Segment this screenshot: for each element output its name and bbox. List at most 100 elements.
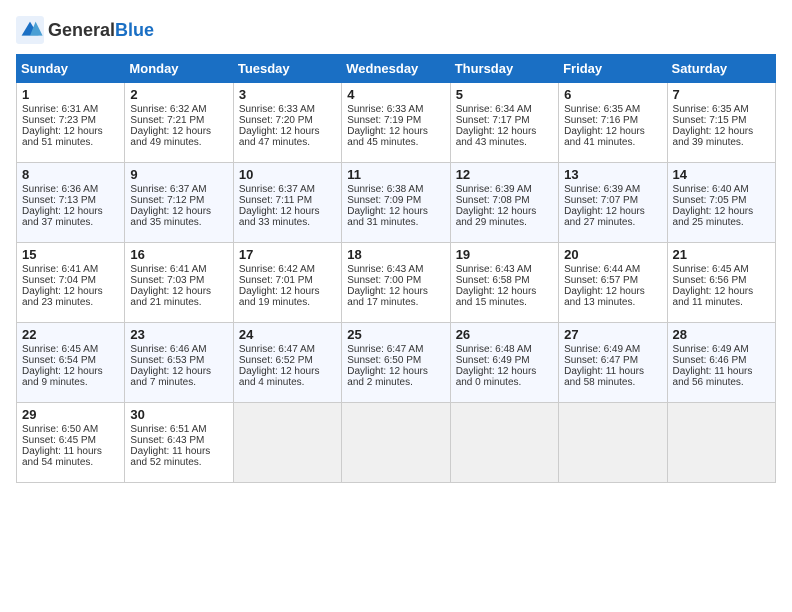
sunrise: Sunrise: 6:40 AM [673, 184, 749, 195]
table-cell: 13Sunrise: 6:39 AMSunset: 7:07 PMDayligh… [559, 163, 667, 243]
daylight-label: Daylight: 11 hours and 58 minutes. [564, 366, 644, 388]
sunrise: Sunrise: 6:49 AM [564, 344, 640, 355]
table-cell: 15Sunrise: 6:41 AMSunset: 7:04 PMDayligh… [17, 243, 125, 323]
daylight-label: Daylight: 12 hours and 27 minutes. [564, 206, 645, 228]
daylight-label: Daylight: 12 hours and 49 minutes. [130, 126, 211, 148]
sunset: Sunset: 7:16 PM [564, 115, 638, 126]
sunrise: Sunrise: 6:47 AM [239, 344, 315, 355]
table-cell: 19Sunrise: 6:43 AMSunset: 6:58 PMDayligh… [450, 243, 558, 323]
logo-icon [16, 16, 44, 44]
sunrise: Sunrise: 6:39 AM [564, 184, 640, 195]
table-cell: 26Sunrise: 6:48 AMSunset: 6:49 PMDayligh… [450, 323, 558, 403]
day-number: 17 [239, 247, 336, 262]
sunrise: Sunrise: 6:47 AM [347, 344, 423, 355]
sunrise: Sunrise: 6:41 AM [130, 264, 206, 275]
daylight-label: Daylight: 12 hours and 35 minutes. [130, 206, 211, 228]
daylight-label: Daylight: 12 hours and 2 minutes. [347, 366, 428, 388]
table-cell: 28Sunrise: 6:49 AMSunset: 6:46 PMDayligh… [667, 323, 775, 403]
col-friday: Friday [559, 55, 667, 83]
day-number: 25 [347, 327, 444, 342]
day-number: 16 [130, 247, 227, 262]
day-number: 28 [673, 327, 770, 342]
col-monday: Monday [125, 55, 233, 83]
daylight-label: Daylight: 12 hours and 39 minutes. [673, 126, 754, 148]
sunset: Sunset: 7:05 PM [673, 195, 747, 206]
col-thursday: Thursday [450, 55, 558, 83]
sunset: Sunset: 7:03 PM [130, 275, 204, 286]
sunset: Sunset: 6:53 PM [130, 355, 204, 366]
daylight-label: Daylight: 12 hours and 0 minutes. [456, 366, 537, 388]
sunset: Sunset: 6:45 PM [22, 435, 96, 446]
daylight-label: Daylight: 11 hours and 56 minutes. [673, 366, 753, 388]
daylight-label: Daylight: 11 hours and 52 minutes. [130, 446, 210, 468]
logo-general: General [48, 20, 115, 40]
sunrise: Sunrise: 6:34 AM [456, 104, 532, 115]
sunset: Sunset: 7:01 PM [239, 275, 313, 286]
table-cell [342, 403, 450, 483]
daylight-label: Daylight: 12 hours and 9 minutes. [22, 366, 103, 388]
daylight-label: Daylight: 12 hours and 4 minutes. [239, 366, 320, 388]
day-number: 11 [347, 167, 444, 182]
table-cell: 17Sunrise: 6:42 AMSunset: 7:01 PMDayligh… [233, 243, 341, 323]
table-cell: 14Sunrise: 6:40 AMSunset: 7:05 PMDayligh… [667, 163, 775, 243]
sunset: Sunset: 6:43 PM [130, 435, 204, 446]
table-cell [450, 403, 558, 483]
sunset: Sunset: 7:13 PM [22, 195, 96, 206]
page-header: GeneralBlue [16, 16, 776, 44]
daylight-label: Daylight: 12 hours and 23 minutes. [22, 286, 103, 308]
daylight-label: Daylight: 12 hours and 51 minutes. [22, 126, 103, 148]
table-cell: 29Sunrise: 6:50 AMSunset: 6:45 PMDayligh… [17, 403, 125, 483]
table-cell: 30Sunrise: 6:51 AMSunset: 6:43 PMDayligh… [125, 403, 233, 483]
sunset: Sunset: 7:20 PM [239, 115, 313, 126]
day-number: 19 [456, 247, 553, 262]
col-saturday: Saturday [667, 55, 775, 83]
table-cell: 2Sunrise: 6:32 AMSunset: 7:21 PMDaylight… [125, 83, 233, 163]
day-number: 6 [564, 87, 661, 102]
day-number: 13 [564, 167, 661, 182]
table-cell: 21Sunrise: 6:45 AMSunset: 6:56 PMDayligh… [667, 243, 775, 323]
col-sunday: Sunday [17, 55, 125, 83]
day-number: 4 [347, 87, 444, 102]
sunrise: Sunrise: 6:32 AM [130, 104, 206, 115]
sunrise: Sunrise: 6:45 AM [22, 344, 98, 355]
sunrise: Sunrise: 6:44 AM [564, 264, 640, 275]
sunset: Sunset: 7:12 PM [130, 195, 204, 206]
sunset: Sunset: 6:50 PM [347, 355, 421, 366]
sunrise: Sunrise: 6:46 AM [130, 344, 206, 355]
sunset: Sunset: 6:54 PM [22, 355, 96, 366]
sunset: Sunset: 7:23 PM [22, 115, 96, 126]
sunrise: Sunrise: 6:33 AM [347, 104, 423, 115]
sunset: Sunset: 6:56 PM [673, 275, 747, 286]
sunrise: Sunrise: 6:49 AM [673, 344, 749, 355]
daylight-label: Daylight: 12 hours and 33 minutes. [239, 206, 320, 228]
day-number: 24 [239, 327, 336, 342]
sunset: Sunset: 7:17 PM [456, 115, 530, 126]
table-cell: 7Sunrise: 6:35 AMSunset: 7:15 PMDaylight… [667, 83, 775, 163]
daylight-label: Daylight: 12 hours and 43 minutes. [456, 126, 537, 148]
day-number: 15 [22, 247, 119, 262]
daylight-label: Daylight: 12 hours and 45 minutes. [347, 126, 428, 148]
sunset: Sunset: 7:11 PM [239, 195, 312, 206]
daylight-label: Daylight: 12 hours and 47 minutes. [239, 126, 320, 148]
sunrise: Sunrise: 6:48 AM [456, 344, 532, 355]
table-cell: 8Sunrise: 6:36 AMSunset: 7:13 PMDaylight… [17, 163, 125, 243]
day-number: 3 [239, 87, 336, 102]
table-cell: 5Sunrise: 6:34 AMSunset: 7:17 PMDaylight… [450, 83, 558, 163]
table-cell: 6Sunrise: 6:35 AMSunset: 7:16 PMDaylight… [559, 83, 667, 163]
table-cell: 3Sunrise: 6:33 AMSunset: 7:20 PMDaylight… [233, 83, 341, 163]
logo-blue: Blue [115, 20, 154, 40]
sunrise: Sunrise: 6:41 AM [22, 264, 98, 275]
logo: GeneralBlue [16, 16, 154, 44]
table-cell: 18Sunrise: 6:43 AMSunset: 7:00 PMDayligh… [342, 243, 450, 323]
daylight-label: Daylight: 12 hours and 19 minutes. [239, 286, 320, 308]
day-number: 12 [456, 167, 553, 182]
sunrise: Sunrise: 6:38 AM [347, 184, 423, 195]
day-number: 29 [22, 407, 119, 422]
day-number: 30 [130, 407, 227, 422]
table-cell: 25 Sunrise: 6:47 AMSunset: 6:50 PMDayligh… [342, 323, 450, 403]
day-number: 21 [673, 247, 770, 262]
table-cell: 1Sunrise: 6:31 AMSunset: 7:23 PMDaylight… [17, 83, 125, 163]
table-cell: 16Sunrise: 6:41 AMSunset: 7:03 PMDayligh… [125, 243, 233, 323]
sunrise: Sunrise: 6:50 AM [22, 424, 98, 435]
table-cell [559, 403, 667, 483]
